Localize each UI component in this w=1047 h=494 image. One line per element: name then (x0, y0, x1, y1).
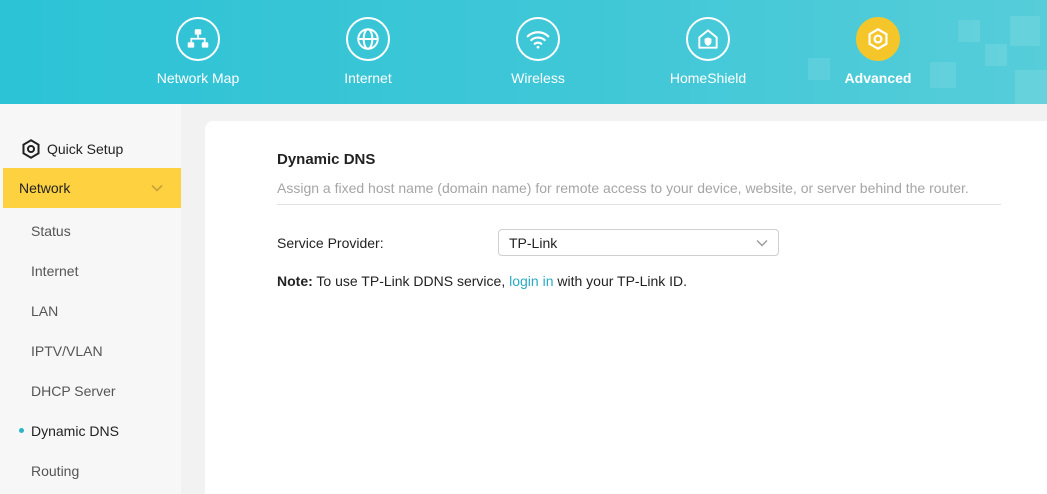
network-section-label: Network (19, 180, 71, 196)
nav-label: Network Map (156, 70, 240, 86)
note-text: with your TP-Link ID. (553, 273, 688, 289)
nav-homeshield[interactable]: HomeShield (638, 17, 778, 87)
sidebar-item-status[interactable]: Status (31, 223, 71, 239)
nav-advanced[interactable]: Advanced (808, 17, 948, 87)
ddns-note: Note: To use TP-Link DDNS service, login… (277, 273, 687, 289)
nav-label: Advanced (844, 70, 912, 86)
divider (277, 204, 1001, 205)
page-description: Assign a fixed host name (domain name) f… (277, 180, 969, 196)
sidebar-item-iptv-vlan[interactable]: IPTV/VLAN (31, 343, 103, 359)
network-map-icon (176, 17, 220, 61)
note-text: To use TP-Link DDNS service, (312, 273, 510, 289)
sidebar: Quick Setup Network Status Internet LAN … (0, 104, 181, 494)
decoration (1015, 70, 1047, 104)
service-provider-select[interactable]: TP-Link (498, 229, 779, 256)
active-item-indicator (19, 428, 24, 433)
chevron-down-icon (756, 239, 768, 246)
home-shield-icon (686, 17, 730, 61)
wifi-icon (516, 17, 560, 61)
nav-label: HomeShield (669, 70, 747, 86)
service-provider-label: Service Provider: (277, 235, 384, 251)
nav-internet[interactable]: Internet (298, 17, 438, 87)
chevron-down-icon (151, 184, 163, 192)
page-title: Dynamic DNS (277, 151, 376, 168)
quick-setup-label: Quick Setup (47, 141, 124, 157)
sidebar-item-internet[interactable]: Internet (31, 263, 78, 279)
login-link[interactable]: login in (509, 273, 553, 289)
sidebar-item-dhcp-server[interactable]: DHCP Server (31, 383, 116, 399)
sidebar-network-section[interactable]: Network (3, 168, 181, 208)
top-header: Network Map Internet Wireless HomeShield… (0, 0, 1047, 104)
decoration (985, 44, 1007, 66)
globe-icon (346, 17, 390, 61)
sidebar-item-routing[interactable]: Routing (31, 463, 79, 479)
nav-label: Internet (344, 70, 392, 86)
gear-icon (856, 17, 900, 61)
quick-setup-gear-icon (22, 139, 40, 159)
content-panel: Dynamic DNS Assign a fixed host name (do… (205, 121, 1047, 494)
decoration (1010, 16, 1040, 46)
nav-label: Wireless (511, 70, 565, 86)
nav-network-map[interactable]: Network Map (128, 17, 268, 87)
sidebar-item-lan[interactable]: LAN (31, 303, 58, 319)
service-provider-value: TP-Link (509, 234, 558, 251)
decoration (958, 20, 980, 42)
sidebar-quick-setup[interactable]: Quick Setup (20, 138, 123, 160)
nav-wireless[interactable]: Wireless (468, 17, 608, 87)
sidebar-item-dynamic-dns[interactable]: Dynamic DNS (31, 423, 119, 439)
note-prefix: Note: (277, 273, 313, 289)
